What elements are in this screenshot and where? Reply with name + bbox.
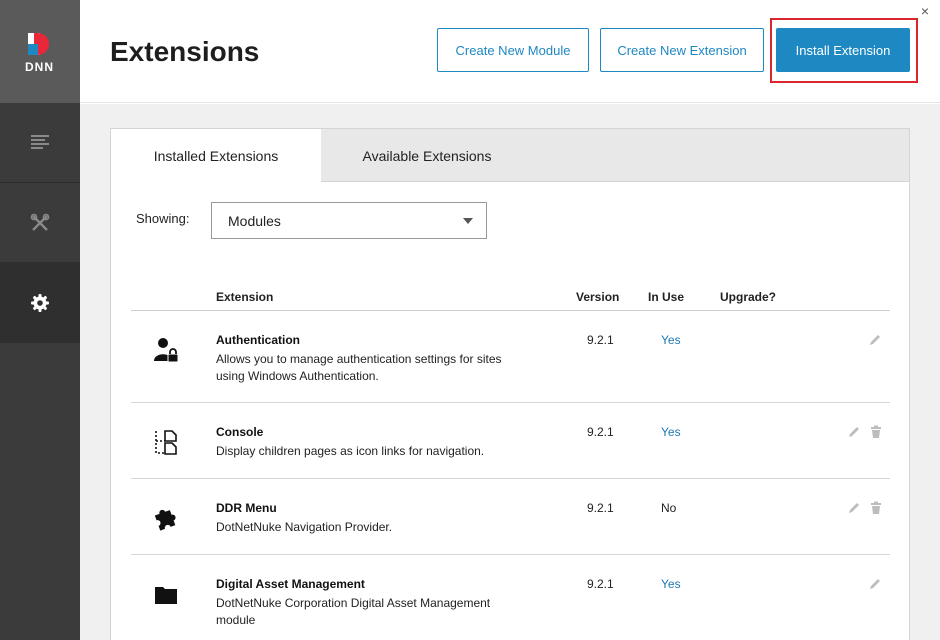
extension-name: Console [216, 425, 264, 439]
trash-icon[interactable] [869, 501, 883, 515]
extensions-panel: Installed Extensions Available Extension… [110, 128, 910, 640]
select-value: Modules [228, 213, 281, 229]
column-header-extension: Extension [216, 290, 274, 304]
extension-name: Digital Asset Management [216, 577, 365, 591]
extension-description: Allows you to manage authentication sett… [216, 352, 502, 383]
sidebar-item-pages[interactable] [0, 103, 80, 183]
close-icon[interactable]: × [918, 4, 932, 18]
column-header-upgrade: Upgrade? [720, 290, 777, 304]
extension-type-select[interactable]: Modules [211, 202, 487, 239]
extension-description: Display children pages as icon links for… [216, 444, 485, 458]
column-header-version: Version [576, 290, 620, 304]
pages-icon [31, 134, 49, 149]
extension-in-use: Yes [661, 333, 681, 347]
extension-version: 9.2.1 [587, 577, 614, 591]
edit-icon[interactable] [868, 333, 882, 347]
edit-icon[interactable] [847, 501, 861, 515]
page-title: Extensions [110, 36, 260, 67]
tools-icon [30, 213, 50, 231]
edit-icon[interactable] [847, 425, 861, 439]
folder-icon [151, 579, 181, 609]
extension-name: DDR Menu [216, 501, 277, 515]
sidebar: DNN [0, 0, 80, 640]
table-row: Console Display children pages as icon l… [131, 403, 890, 479]
chevron-down-icon [463, 218, 473, 224]
edit-icon[interactable] [868, 577, 882, 591]
trash-icon[interactable] [869, 425, 883, 439]
extension-version: 9.2.1 [587, 501, 614, 515]
extension-version: 9.2.1 [587, 333, 614, 347]
showing-label: Showing: [136, 211, 190, 226]
extension-description: DotNetNuke Corporation Digital Asset Man… [216, 596, 491, 627]
extension-in-use: Yes [661, 577, 681, 591]
extension-in-use: No [661, 501, 677, 515]
sidebar-item-tools[interactable] [0, 183, 80, 263]
column-header-in-use: In Use [648, 290, 685, 304]
tab-installed-extensions[interactable]: Installed Extensions [111, 129, 321, 183]
extension-name: Authentication [216, 333, 300, 347]
header: Extensions Create New Module Create New … [80, 0, 940, 103]
console-icon [151, 427, 181, 457]
dnn-logo-icon [28, 33, 49, 55]
logo-text: DNN [25, 60, 54, 74]
create-new-extension-button[interactable]: Create New Extension [600, 28, 764, 72]
table-row: Authentication Allows you to manage auth… [131, 311, 890, 403]
tab-bar: Installed Extensions Available Extension… [111, 129, 909, 183]
create-new-module-button[interactable]: Create New Module [437, 28, 589, 72]
user-lock-icon [151, 335, 181, 365]
table-row: DDR Menu DotNetNuke Navigation Provider.… [131, 479, 890, 555]
tab-available-extensions[interactable]: Available Extensions [321, 129, 533, 182]
install-extension-button[interactable]: Install Extension [776, 28, 910, 72]
extension-description: DotNetNuke Navigation Provider. [216, 520, 393, 534]
sidebar-item-settings[interactable] [0, 263, 80, 343]
table-row: Digital Asset Management DotNetNuke Corp… [131, 555, 890, 640]
puzzle-icon [151, 503, 181, 533]
extension-in-use: Yes [661, 425, 681, 439]
dnn-logo[interactable]: DNN [0, 0, 80, 103]
extension-version: 9.2.1 [587, 425, 614, 439]
settings-icon [31, 293, 49, 312]
